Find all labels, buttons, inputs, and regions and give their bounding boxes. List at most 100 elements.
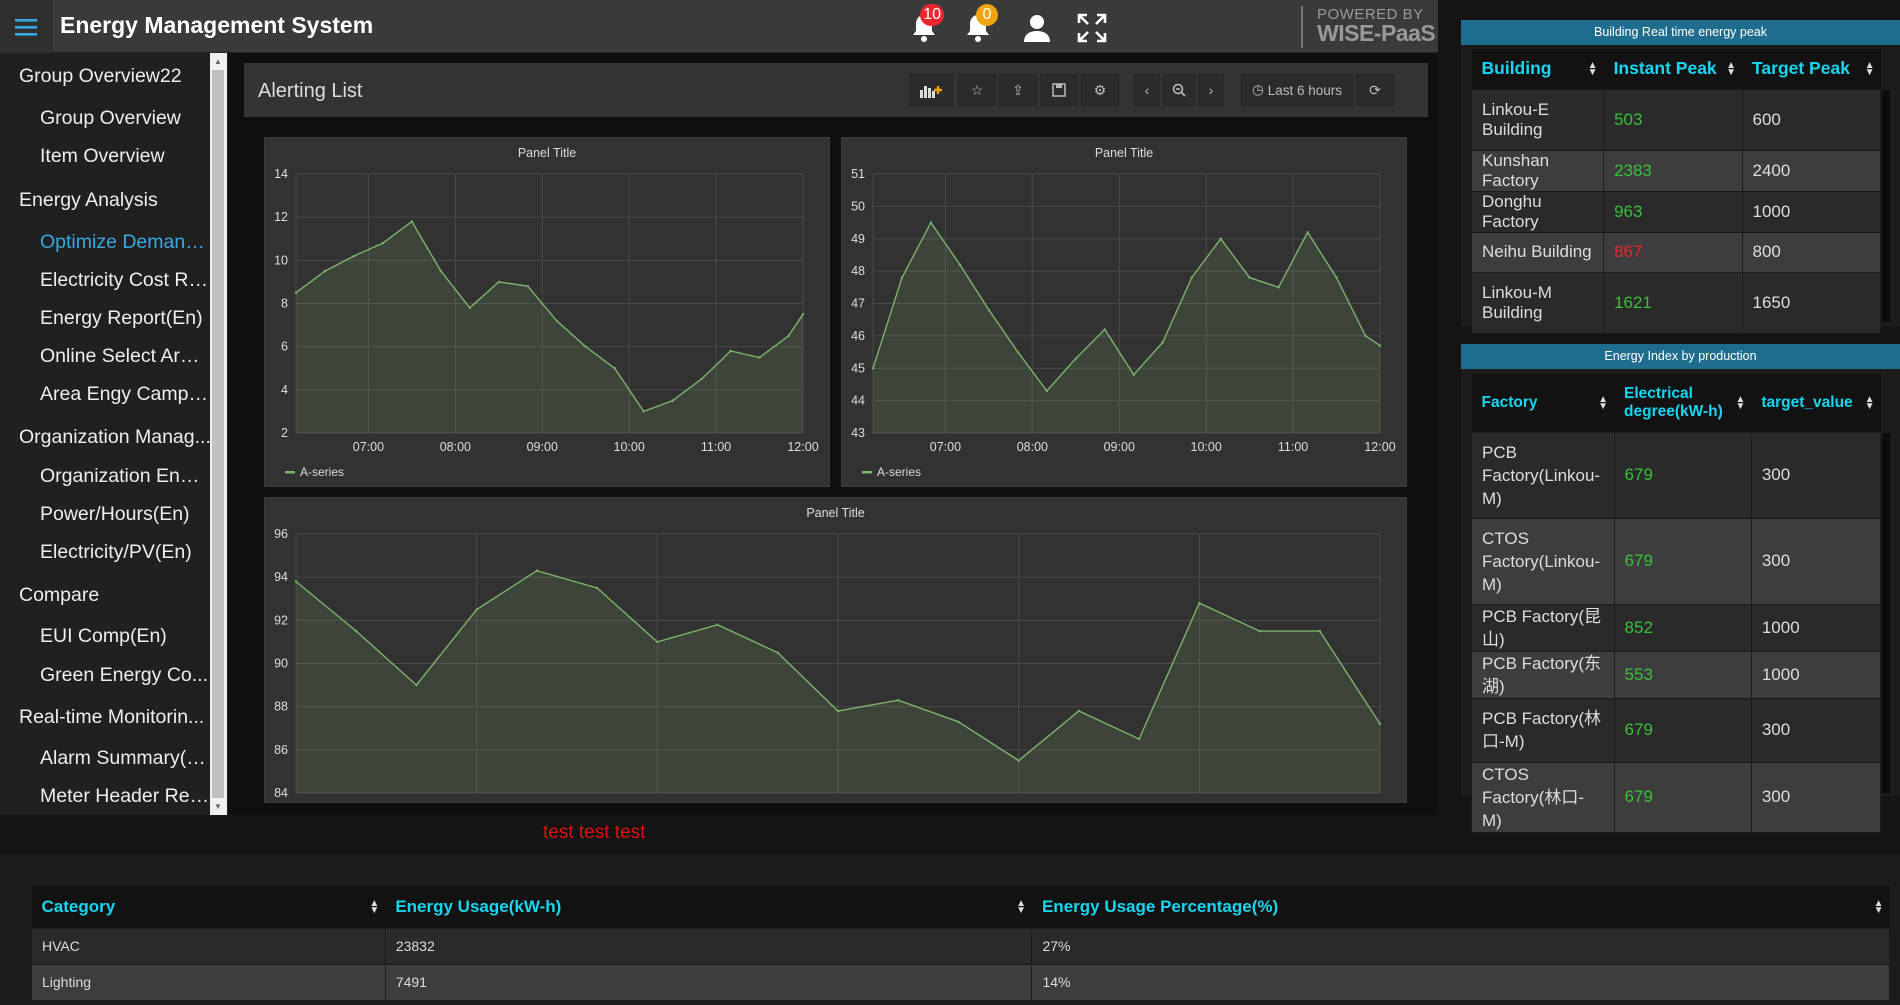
sidebar-scrollbar[interactable]: ▲ ▼ [210, 53, 227, 815]
y-tick-label: 8 [281, 297, 288, 311]
column-header[interactable]: Electrical degree(kW-h) ▲ ▼ [1614, 374, 1752, 432]
y-tick-label: 44 [851, 394, 865, 408]
refresh-button[interactable]: ⟳ [1356, 74, 1394, 106]
chart-panel-1[interactable]: Panel Title 2 4 6 8 10 12 14 07:00 08:00 09:00 10:… [264, 137, 830, 487]
column-header[interactable]: target_value ▲ ▼ [1751, 374, 1881, 432]
sidebar-item[interactable]: Optimize Demand... [40, 231, 210, 254]
data-point [787, 334, 790, 338]
user-profile-button[interactable] [1017, 8, 1057, 48]
add-panel-button[interactable] [909, 74, 953, 106]
table-row[interactable]: HVAC 23832 27% [31, 927, 1890, 965]
sidebar-item[interactable]: Organization Ener... [40, 465, 210, 488]
table-row[interactable]: Lighting 7491 14% [31, 963, 1890, 1001]
table-scrollbar[interactable] [1882, 90, 1890, 322]
time-back-button[interactable]: ‹ [1134, 74, 1160, 106]
column-header[interactable]: Energy Usage Percentage(%) ▲ ▼ [1031, 886, 1890, 928]
sort-icon[interactable]: ▲ ▼ [1598, 394, 1608, 411]
electrical-degree-value: 852 [1613, 603, 1752, 652]
alert-notification-button[interactable]: 0 [958, 4, 998, 48]
table-row[interactable]: CTOS Factory(林口-M) 679 300 [1471, 761, 1882, 833]
electrical-degree-value: 553 [1613, 650, 1752, 699]
instant-peak-value: 963 [1603, 190, 1743, 233]
table-row[interactable]: PCB Factory(林口-M) 679 300 [1471, 697, 1882, 763]
data-point [355, 629, 358, 633]
column-header[interactable]: Category ▲ ▼ [31, 886, 386, 928]
data-point [555, 319, 558, 322]
sidebar-item[interactable]: Group Overview [40, 107, 210, 130]
sort-icon[interactable]: ▲ ▼ [1874, 898, 1884, 915]
table-scrollbar[interactable] [1882, 433, 1890, 793]
sidebar-item[interactable]: Compare [19, 584, 228, 607]
share-dashboard-button[interactable]: ⇪ [999, 74, 1037, 106]
alarm-notification-button[interactable]: 10 [904, 4, 944, 48]
sidebar-item[interactable]: Online Select Area... [40, 345, 210, 368]
data-point [897, 698, 900, 702]
data-point [535, 569, 539, 572]
y-tick-label: 50 [851, 199, 865, 213]
scroll-up-icon[interactable]: ▲ [214, 57, 222, 66]
sort-icon[interactable]: ▲ ▼ [1588, 60, 1598, 77]
table-row[interactable]: Donghu Factory 963 1000 [1470, 190, 1882, 233]
sidebar-item[interactable]: Energy Report(En) [40, 307, 210, 330]
sort-icon[interactable]: ▲ ▼ [1865, 60, 1875, 77]
time-forward-button[interactable]: › [1198, 74, 1224, 106]
sidebar-item[interactable]: Organization Manag... [19, 426, 228, 449]
percentage-cell: 27% [1031, 927, 1890, 965]
chart-panel-3[interactable]: Panel Title 84 86 88 90 92 94 96 [264, 497, 1407, 803]
y-tick-label: 6 [281, 340, 288, 354]
sidebar-item[interactable]: Electricity/PV(En) [40, 541, 210, 564]
star-icon: ☆ [970, 81, 984, 98]
sidebar-item[interactable]: Group Overview22 [19, 65, 228, 88]
table-row[interactable]: Linkou-M Building 1621 1650 [1470, 271, 1882, 334]
sidebar-item[interactable]: Item Overview [40, 145, 210, 168]
column-header[interactable]: Energy Usage(kW-h) ▲ ▼ [385, 886, 1032, 928]
table-row[interactable]: Kunshan Factory 2383 2400 [1470, 149, 1882, 192]
time-range-label: Last 6 hours [1267, 82, 1343, 98]
wise-paas-logo: WISE-PaaS [1317, 20, 1436, 46]
sort-icon[interactable]: ▲ ▼ [1016, 898, 1026, 915]
scrollbar-thumb[interactable] [212, 70, 224, 798]
table-row[interactable]: PCB Factory(东湖) 553 1000 [1471, 650, 1882, 699]
fullscreen-button[interactable] [1072, 8, 1112, 48]
star-dashboard-button[interactable]: ☆ [958, 74, 996, 106]
data-point [758, 356, 761, 359]
table-row[interactable]: Linkou-E Building 503 600 [1470, 88, 1882, 151]
electrical-degree-value: 679 [1613, 697, 1752, 763]
table-row[interactable]: PCB Factory(Linkou-M) 679 300 [1471, 431, 1882, 519]
menu-toggle-button[interactable] [0, 0, 53, 53]
sort-icon[interactable]: ▲ ▼ [1726, 60, 1736, 77]
y-tick-label: 49 [851, 232, 865, 246]
settings-button[interactable]: ⚙ [1081, 74, 1119, 106]
time-range-picker[interactable]: ◷ Last 6 hours [1241, 74, 1353, 106]
zoom-out-icon [1172, 83, 1186, 97]
sidebar-item[interactable]: Real-time Monitorin... [19, 706, 228, 729]
y-tick-label: 4 [281, 383, 288, 397]
table-row[interactable]: CTOS Factory(Linkou-M) 679 300 [1471, 517, 1882, 605]
table-row[interactable]: Neihu Building 867 800 [1470, 231, 1882, 273]
sidebar-item[interactable]: Electricity Cost Re... [40, 269, 210, 292]
column-header[interactable]: Instant Peak ▲ ▼ [1603, 49, 1743, 89]
y-tick-label: 86 [274, 743, 288, 757]
sidebar-item[interactable]: Green Energy Co... [40, 664, 210, 687]
usage-table-wrapper: Category ▲ ▼ Energy Usage(kW-h) ▲ ▼ Energy Usa… [31, 886, 1890, 1005]
zoom-out-button[interactable] [1163, 74, 1195, 106]
sort-icon[interactable]: ▲ ▼ [369, 898, 379, 915]
electrical-degree-value: 679 [1613, 517, 1752, 605]
x-tick-label: 08:00 [1017, 440, 1048, 454]
sidebar-item[interactable]: EUI Comp(En) [40, 625, 210, 648]
sidebar-item[interactable]: Meter Header Rep... [40, 785, 210, 808]
save-dashboard-button[interactable] [1040, 74, 1078, 106]
column-header[interactable]: Factory ▲ ▼ [1471, 374, 1615, 432]
sidebar-item[interactable]: Energy Analysis [19, 189, 228, 212]
chart-panel-2[interactable]: Panel Title 43 44 45 46 47 48 49 50 51 07:00 08:00… [841, 137, 1407, 487]
sort-icon[interactable]: ▲ ▼ [1865, 394, 1875, 411]
column-header[interactable]: Building ▲ ▼ [1471, 49, 1604, 89]
x-tick-label: 12:00 [1364, 440, 1395, 454]
column-header[interactable]: Target Peak ▲ ▼ [1742, 49, 1881, 89]
sidebar-item[interactable]: Power/Hours(En) [40, 503, 210, 526]
table-row[interactable]: PCB Factory(昆山) 852 1000 [1471, 603, 1882, 652]
sort-icon[interactable]: ▲ ▼ [1735, 394, 1745, 411]
scroll-down-icon[interactable]: ▼ [214, 802, 222, 811]
sidebar-item[interactable]: Alarm Summary(En) [40, 747, 210, 770]
sidebar-item[interactable]: Area Engy Camp(E... [40, 383, 210, 406]
